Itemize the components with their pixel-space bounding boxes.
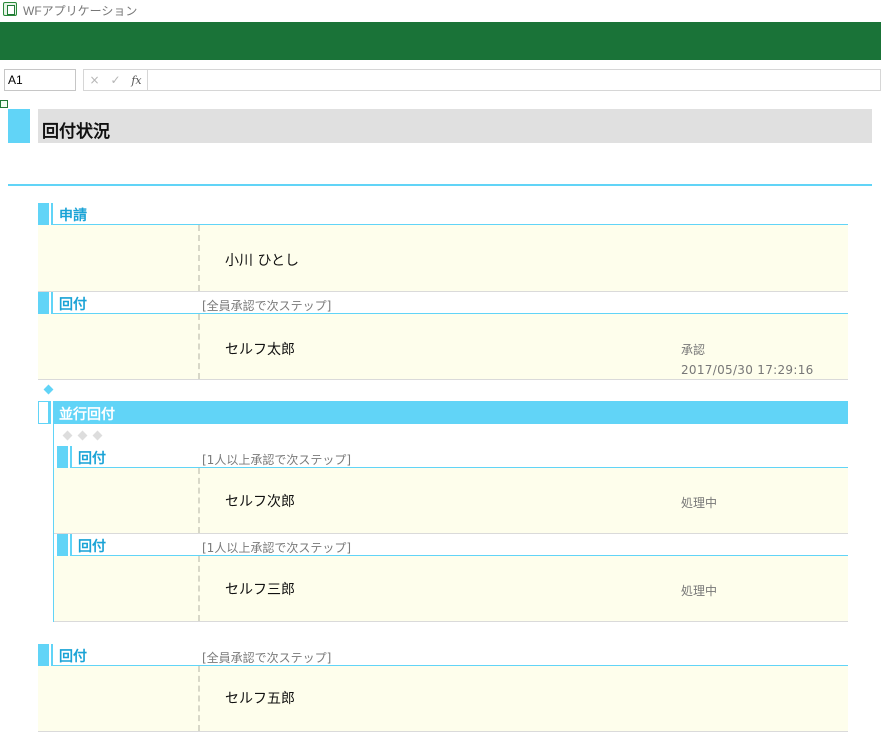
applicant-name: 小川 ひとし [225,253,300,269]
route1-timestamp: 2017/05/30 17:29:16 [681,363,814,377]
branch2-approver: セルフ三郎 [225,582,295,598]
route1-label: 回付 [59,297,87,313]
branch1-header: 回付 [1人以上承認で次ステップ] [57,446,848,468]
route1-status: 承認 [681,343,706,357]
page-title-box: 回付状況 [38,109,872,143]
row-divider [198,225,200,291]
route3-approver: セルフ五郎 [225,691,295,707]
enter-icon[interactable]: ✓ [105,70,126,90]
parallel-header: 並行回付 [38,401,848,424]
branch2-header: 回付 [1人以上承認で次ステップ] [57,534,848,556]
branch1-status: 処理中 [681,496,718,510]
sheet-corner[interactable] [0,100,8,108]
applicant-row: 小川 ひとし [38,225,848,292]
flow-diamond-icon [92,430,103,441]
route1-approver: セルフ太郎 [225,342,295,358]
section-marker-line [70,446,72,468]
branch2-label: 回付 [78,539,106,555]
page-title-accent [8,109,30,143]
ribbon [0,22,881,60]
section-marker-line [51,203,53,225]
section-marker-line [51,401,53,424]
route1-row: セルフ太郎 承認 2017/05/30 17:29:16 [38,314,848,380]
formula-input[interactable] [147,69,881,91]
branch1-condition: [1人以上承認で次ステップ] [202,453,351,467]
branch2-status: 処理中 [681,584,718,598]
section-marker [38,203,49,225]
row-divider [198,556,200,621]
section-marker-line [70,534,72,556]
title-bar: WFアプリケーション [0,0,881,20]
row-divider [198,314,200,379]
insert-function-icon[interactable]: fx [126,70,147,90]
branch1-approver: セルフ次郎 [225,494,295,510]
flow-diamond-icon [62,430,73,441]
route1-header: 回付 [全員承認で次ステップ] [38,292,848,314]
flow-diamond-icon [77,430,88,441]
flow-diamond-icon [43,384,54,395]
branch2-row: セルフ三郎 処理中 [54,556,848,622]
window-title: WFアプリケーション [23,4,138,18]
section-marker [38,401,49,424]
row-divider [198,468,200,533]
route3-condition: [全員承認で次ステップ] [202,651,332,665]
name-box[interactable]: A1 [4,69,76,91]
route1-condition: [全員承認で次ステップ] [202,299,332,313]
section-marker [57,534,68,556]
branch1-row: セルフ次郎 処理中 [54,468,848,534]
branch2-condition: [1人以上承認で次ステップ] [202,541,351,555]
branch1-label: 回付 [78,451,106,467]
application-header: 申請 [38,203,848,225]
cancel-icon[interactable]: × [84,70,105,90]
page-title: 回付状況 [42,122,110,142]
route3-header: 回付 [全員承認で次ステップ] [38,644,848,666]
section-marker [57,446,68,468]
section-marker [38,292,49,314]
title-divider [8,184,872,186]
section-marker-line [51,292,53,314]
formula-buttons: × ✓ fx [83,69,147,91]
application-label: 申請 [59,208,87,224]
app-icon [3,2,17,16]
row-divider [198,666,200,731]
route3-row: セルフ五郎 [38,666,848,732]
parallel-label: 並行回付 [59,407,115,423]
formula-bar: A1 × ✓ fx [0,60,881,100]
section-marker [38,644,49,666]
route3-label: 回付 [59,649,87,665]
section-marker-line [51,644,53,666]
